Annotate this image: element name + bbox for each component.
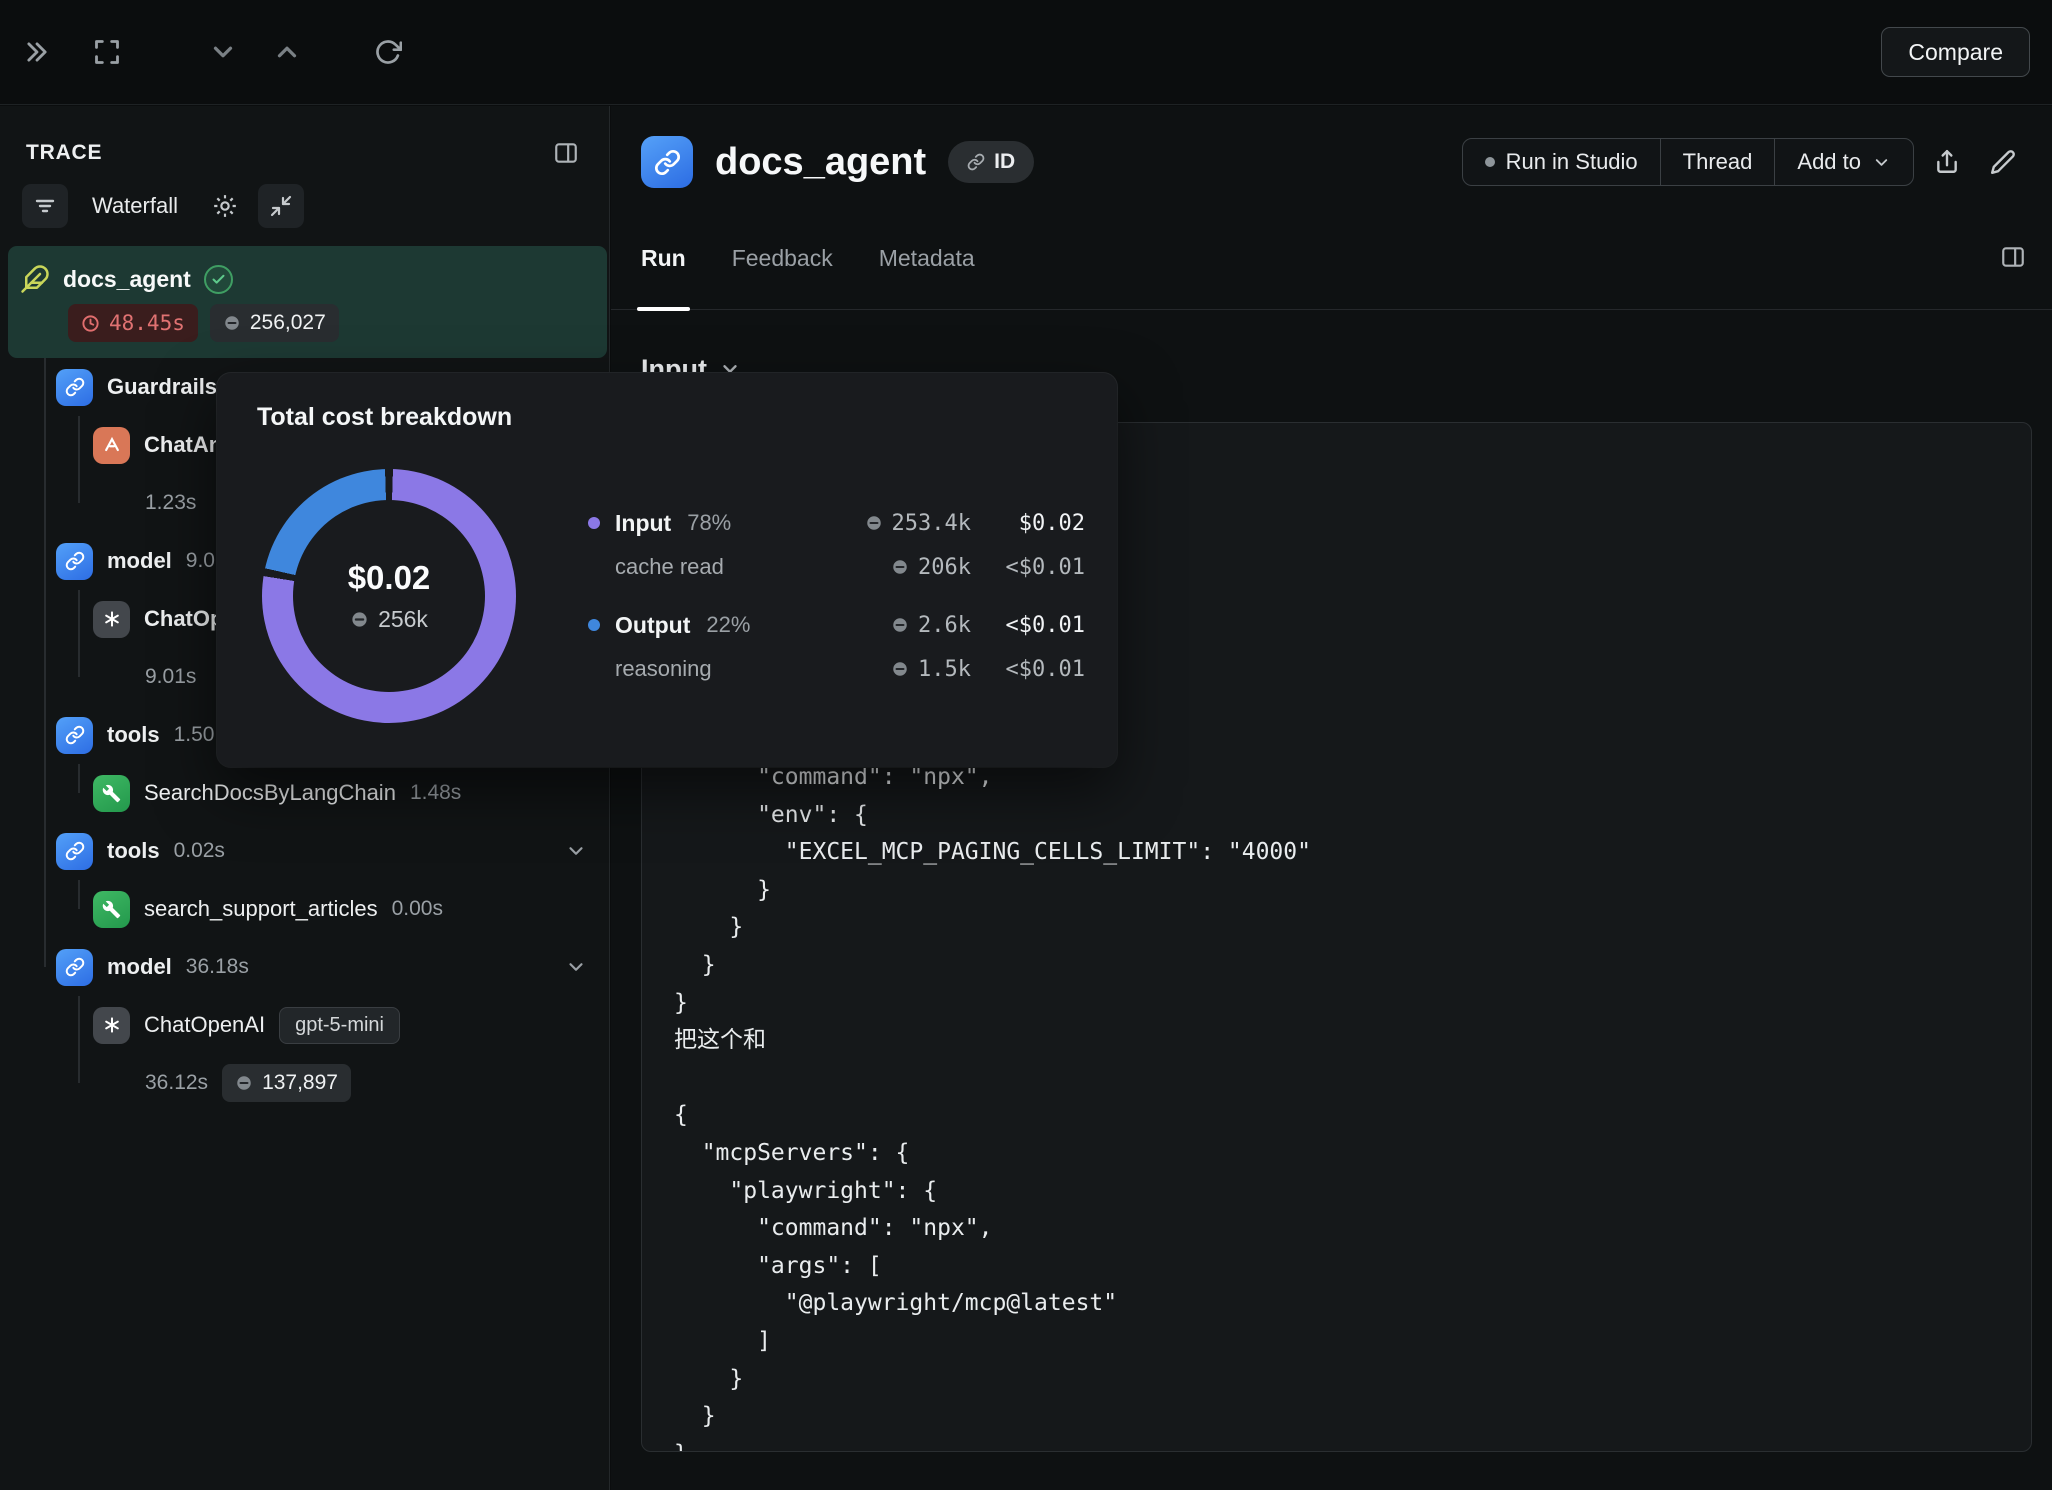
token-icon [891,558,909,576]
total-cost: $0.02 [348,559,431,597]
chevron-down-icon [1872,153,1891,172]
openai-icon [93,601,130,638]
tokens-badge: 137,897 [222,1064,351,1102]
refresh-icon[interactable] [365,29,411,75]
status-dot [1485,157,1495,167]
tooltip-title: Total cost breakdown [257,403,1117,432]
trace-title: TRACE [26,141,102,165]
legend-row-output: Output 22% 2.6k <$0.01 [588,603,1085,647]
json-content: "command": "npx", "env": { "EXCEL_MCP_PA… [642,759,2031,1452]
legend-row-input: Input 78% 253.4k $0.02 [588,501,1085,545]
chain-icon [967,153,985,171]
collapse-icon[interactable] [258,184,304,228]
run-header: docs_agent ID Run in Studio Thread Add t… [641,136,2026,188]
duration-badge: 48.45s [68,304,198,342]
trace-header: TRACE [0,106,609,166]
filter-icon[interactable] [22,184,68,228]
trace-row-searchsupport[interactable]: search_support_articles 0.00s [0,880,609,938]
tab-run[interactable]: Run [641,244,686,309]
token-icon [891,616,909,634]
trace-row-meta[interactable]: 36.12s 137,897 [0,1054,609,1112]
compare-button[interactable]: Compare [1881,27,2030,77]
trace-row-tools[interactable]: tools 0.02s [0,822,609,880]
chain-icon [56,833,93,870]
action-button-group: Run in Studio Thread Add to [1462,138,1914,186]
trace-row-model[interactable]: model 36.18s [0,938,609,996]
trace-controls: Waterfall [0,184,609,228]
wrench-icon [93,891,130,928]
tokens-badge: 256,027 [210,304,339,342]
run-detail-panel: docs_agent ID Run in Studio Thread Add t… [611,106,2052,1490]
panel-icon[interactable] [553,140,579,166]
anthropic-icon [93,427,130,464]
chain-icon [56,717,93,754]
total-tokens: 256k [350,606,428,633]
token-icon [891,660,909,678]
top-toolbar: Compare [0,0,2052,105]
model-name-badge: gpt-5-mini [279,1007,400,1044]
token-icon [235,1074,253,1092]
openai-icon [93,1007,130,1044]
chain-icon [56,369,93,406]
chevron-down-icon[interactable] [565,956,587,978]
legend-row-cache-read: cache read 206k <$0.01 [588,545,1085,589]
gear-icon[interactable] [202,184,248,228]
page-title: docs_agent [715,141,926,184]
wrench-icon [93,775,130,812]
trace-root-row[interactable]: docs_agent 48.45s 256,027 [8,246,607,358]
legend-row-reasoning: reasoning 1.5k <$0.01 [588,647,1085,691]
trace-root-name: docs_agent [63,266,191,293]
trace-row-chatopenai[interactable]: ChatOpenAI gpt-5-mini [0,996,609,1054]
fullscreen-icon[interactable] [84,29,130,75]
input-dot [588,517,600,529]
trace-row-searchdocs[interactable]: SearchDocsByLangChain 1.48s [0,764,609,822]
thread-button[interactable]: Thread [1660,139,1775,185]
token-icon [350,610,369,629]
run-tabs: Run Feedback Metadata [611,244,2052,310]
run-in-studio-button[interactable]: Run in Studio [1463,139,1660,185]
tab-feedback[interactable]: Feedback [732,244,833,309]
chevron-down-icon[interactable] [200,29,246,75]
token-icon [223,314,241,332]
token-icon [865,514,883,532]
tab-metadata[interactable]: Metadata [879,244,975,309]
share-icon[interactable] [1924,139,1970,185]
clock-icon [81,314,100,333]
chain-icon [641,136,693,188]
feather-icon [20,264,50,294]
header-actions: Run in Studio Thread Add to [1462,138,2026,186]
chevron-up-icon[interactable] [264,29,310,75]
waterfall-select[interactable]: Waterfall [78,184,192,228]
chevron-down-icon[interactable] [565,840,587,862]
expand-icon[interactable] [14,29,60,75]
cost-breakdown-tooltip: Total cost breakdown $0.02 256k Input 78… [217,373,1117,767]
id-badge[interactable]: ID [948,141,1034,183]
cost-legend: Input 78% 253.4k $0.02 cache read 206k <… [588,501,1085,691]
chain-icon [56,949,93,986]
trace-sidebar: TRACE Waterfall docs_agent [0,106,610,1490]
output-dot [588,619,600,631]
add-to-button[interactable]: Add to [1774,139,1913,185]
donut-center: $0.02 256k [262,469,516,723]
panel-icon[interactable] [2000,244,2026,270]
chain-icon [56,543,93,580]
edit-icon[interactable] [1980,139,2026,185]
success-check-icon [204,265,233,294]
